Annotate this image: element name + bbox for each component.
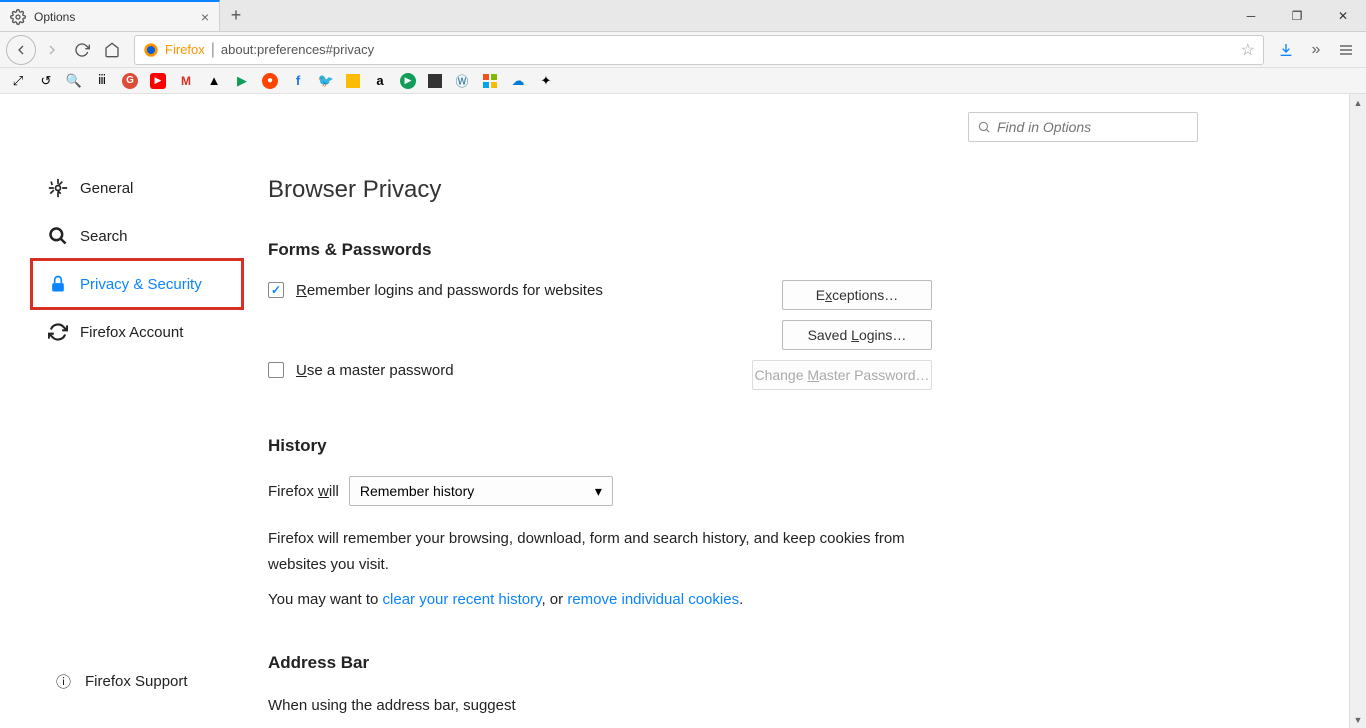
bookmark-icon-2[interactable]: ▶ (400, 73, 416, 89)
history-icon[interactable]: ↺ (38, 73, 54, 89)
youtube-icon[interactable]: ▶ (150, 73, 166, 89)
change-master-password-button: Change Master Password… (752, 360, 932, 390)
remove-cookies-link[interactable]: remove individual cookies (567, 591, 739, 608)
search-icon (48, 226, 68, 246)
browser-tab[interactable]: Options × (0, 0, 220, 31)
close-button[interactable]: ✕ (1320, 0, 1366, 31)
preferences-main: Browser Privacy Forms & Passwords Rememb… (268, 94, 1366, 728)
sidebar-item-search[interactable]: Search (44, 212, 268, 260)
maximize-button[interactable]: ❐ (1274, 0, 1320, 31)
sidebar-item-account[interactable]: Firefox Account (44, 308, 268, 356)
section-address-bar: Address Bar (268, 653, 1366, 673)
bookmarks-toolbar: ⤢ ↺ 🔍 ⅲ G ▶ M ▲ ▶ ● f 🐦 a ▶ Ⓦ ☁ ✦ (0, 68, 1366, 94)
section-forms-passwords: Forms & Passwords (268, 240, 1366, 260)
sync-icon (48, 322, 68, 342)
help-icon: ⓘ (56, 671, 71, 692)
section-history: History (268, 436, 1366, 456)
chevron-down-icon: ▾ (595, 483, 602, 500)
bookmark-icon-3[interactable] (428, 74, 442, 88)
history-description: Firefox will remember your browsing, dow… (268, 526, 918, 577)
vertical-scrollbar[interactable]: ▲ ▼ (1349, 94, 1366, 728)
home-button[interactable] (98, 36, 126, 64)
scroll-down-button[interactable]: ▼ (1350, 711, 1366, 728)
twitter-icon[interactable]: 🐦 (318, 73, 334, 89)
sidebar-item-privacy[interactable]: Privacy & Security (44, 260, 268, 308)
titlebar: Options × + ─ ❐ ✕ (0, 0, 1366, 32)
fullscreen-icon[interactable]: ⤢ (10, 73, 26, 89)
history-prefix: Firefox will (268, 483, 339, 500)
history-mode-value: Remember history (360, 483, 474, 499)
find-in-options[interactable] (968, 112, 1198, 142)
master-password-label: Use a master password (296, 362, 454, 379)
wordpress-icon[interactable]: Ⓦ (454, 73, 470, 89)
microsoft-icon[interactable] (482, 73, 498, 89)
clear-history-link[interactable]: clear your recent history (383, 591, 542, 608)
window-controls: ─ ❐ ✕ (1228, 0, 1366, 31)
facebook-icon[interactable]: f (290, 73, 306, 89)
sidebar-item-general[interactable]: General (44, 164, 268, 212)
minimize-button[interactable]: ─ (1228, 0, 1274, 31)
remember-logins-label: Remember logins and passwords for websit… (296, 282, 603, 299)
sidebar-item-label: General (80, 180, 133, 197)
back-button[interactable] (6, 35, 36, 65)
find-input[interactable] (997, 119, 1189, 135)
url-bar[interactable]: Firefox | ☆ (134, 35, 1264, 65)
gear-icon (48, 178, 68, 198)
google-plus-icon[interactable]: G (122, 73, 138, 89)
search-icon (977, 120, 991, 134)
firefox-support-link[interactable]: ⓘ Firefox Support (56, 671, 188, 692)
play-icon[interactable]: ▶ (234, 73, 250, 89)
preferences-sidebar: General Search Privacy & Security Firefo… (0, 94, 268, 728)
scroll-up-button[interactable]: ▲ (1350, 94, 1366, 111)
navigation-toolbar: Firefox | ☆ » (0, 32, 1366, 68)
bookmark-icon-1[interactable] (346, 74, 360, 88)
new-tab-button[interactable]: + (220, 0, 252, 31)
photos-icon[interactable]: ✦ (538, 73, 554, 89)
overflow-button[interactable]: » (1302, 36, 1330, 64)
reload-button[interactable] (68, 36, 96, 64)
address-bar-description: When using the address bar, suggest (268, 693, 918, 719)
history-mode-select[interactable]: Remember history ▾ (349, 476, 613, 506)
sidebar-item-label: Firefox Account (80, 324, 183, 341)
reddit-icon[interactable]: ● (262, 73, 278, 89)
gmail-icon[interactable]: M (178, 73, 194, 89)
exceptions-button[interactable]: Exceptions… (782, 280, 932, 310)
url-input[interactable] (221, 42, 1241, 57)
content-area: General Search Privacy & Security Firefo… (0, 94, 1366, 728)
search-icon[interactable]: 🔍 (66, 73, 82, 89)
history-hint: You may want to clear your recent histor… (268, 587, 918, 613)
onedrive-icon[interactable]: ☁ (510, 73, 526, 89)
sidebar-item-label: Privacy & Security (80, 276, 202, 293)
lock-icon (48, 274, 68, 294)
menu-button[interactable] (1332, 36, 1360, 64)
library-icon[interactable]: ⅲ (94, 73, 110, 89)
close-tab-icon[interactable]: × (201, 9, 209, 25)
bookmark-star-icon[interactable]: ☆ (1241, 40, 1255, 60)
master-password-checkbox[interactable] (268, 362, 284, 378)
remember-logins-checkbox[interactable] (268, 282, 284, 298)
firefox-icon (143, 42, 159, 58)
saved-logins-button[interactable]: Saved Logins… (782, 320, 932, 350)
page-title: Browser Privacy (268, 176, 1366, 204)
downloads-button[interactable] (1272, 36, 1300, 64)
support-label: Firefox Support (85, 673, 188, 690)
forward-button[interactable] (38, 36, 66, 64)
amazon-icon[interactable]: a (372, 73, 388, 89)
sidebar-item-label: Search (80, 228, 128, 245)
identity-label: Firefox (165, 42, 205, 57)
drive-icon[interactable]: ▲ (206, 73, 222, 89)
gear-icon (10, 9, 26, 25)
tab-title: Options (34, 10, 75, 24)
